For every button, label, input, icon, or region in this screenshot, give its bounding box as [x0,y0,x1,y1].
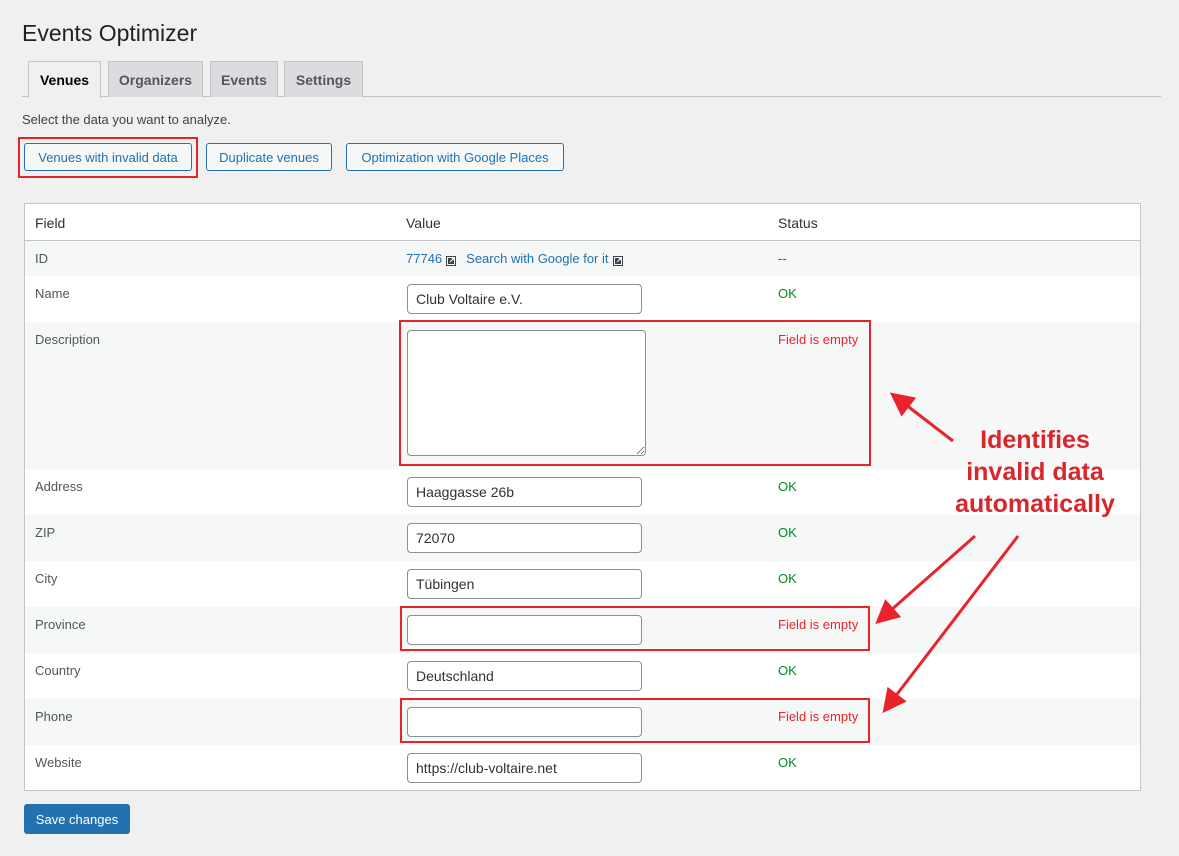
tab-label: Settings [295,71,352,88]
status-text: OK [778,286,797,301]
field-label: City [35,571,58,586]
table-row-name: Name OK [25,276,1140,322]
website-input[interactable] [407,753,642,783]
table-row-province: Province Field is empty [25,607,1140,653]
annotation-text: Identifies invalid data automatically [940,424,1130,520]
table-row-website: Website OK [25,745,1140,791]
table-row-id: ID 77746 Search with Google for it -- [25,241,1140,276]
field-label: Province [35,617,86,632]
annotation-line: automatically [955,490,1115,518]
field-label: ID [35,251,48,266]
tab-events[interactable]: Events [210,61,278,97]
field-label: Website [35,755,82,770]
column-header-field: Field [35,215,66,231]
status-text: -- [778,251,787,266]
status-text: Field is empty [778,709,859,724]
annotation-line: invalid data [966,458,1104,486]
table-row-phone: Phone Field is empty [25,699,1140,745]
table-row-country: Country OK [25,653,1140,699]
field-label: Country [35,663,81,678]
status-text: OK [778,571,797,586]
address-input[interactable] [407,477,642,507]
save-changes-button[interactable]: Save changes [24,804,130,834]
intro-text: Select the data you want to analyze. [22,112,231,127]
field-label: Description [35,332,101,347]
id-links: 77746 Search with Google for it [406,251,633,266]
duplicate-venues-button[interactable]: Duplicate venues [206,143,332,171]
table-header: Field Value Status [25,204,1140,241]
venue-id-link[interactable]: 77746 [406,251,442,266]
tab-label: Organizers [118,71,193,88]
status-text: OK [778,663,797,678]
column-header-status: Status [778,215,818,231]
google-search-link[interactable]: Search with Google for it [466,251,608,266]
tab-venues[interactable]: Venues [28,61,101,98]
table-row-city: City OK [25,561,1140,607]
city-input[interactable] [407,569,642,599]
column-header-value: Value [406,215,441,231]
external-link-icon [612,254,623,266]
venues-invalid-data-button[interactable]: Venues with invalid data [24,143,192,171]
external-link-icon [446,254,457,266]
phone-input[interactable] [407,707,642,737]
tab-bar: Venues Organizers Events Settings [22,61,1161,98]
tab-label: Venues [39,72,90,88]
status-text: OK [778,525,797,540]
field-label: ZIP [35,525,56,540]
annotation-line: Identifies [980,426,1090,454]
status-text: OK [778,755,797,770]
field-label: Name [35,286,70,301]
description-textarea[interactable] [407,330,646,456]
country-input[interactable] [407,661,642,691]
field-label: Phone [35,709,73,724]
field-label: Address [35,479,83,494]
status-text: Field is empty [778,617,859,632]
zip-input[interactable] [407,523,642,553]
tab-organizers[interactable]: Organizers [108,61,203,97]
tab-settings[interactable]: Settings [284,61,363,97]
page-title: Events Optimizer [22,20,198,46]
google-places-button[interactable]: Optimization with Google Places [346,143,564,171]
table-row-zip: ZIP OK [25,515,1140,561]
province-input[interactable] [407,615,642,645]
status-text: OK [778,479,797,494]
tab-label: Events [221,71,267,88]
status-text: Field is empty [778,332,859,347]
name-input[interactable] [407,284,642,314]
